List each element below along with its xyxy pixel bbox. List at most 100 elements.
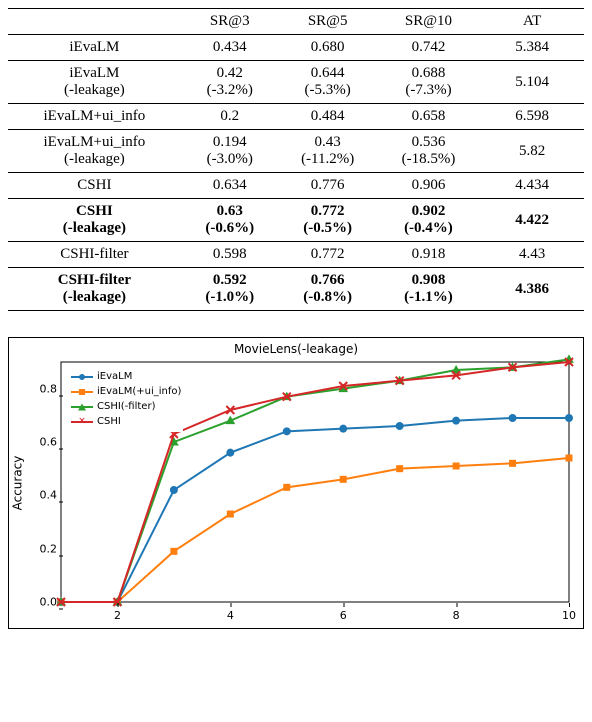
- chart-series-marker: [283, 428, 290, 435]
- chart-ytick: 0.0: [31, 596, 57, 609]
- row-label: CSHI-filter(-leakage): [8, 268, 181, 311]
- col-sr3: SR@3: [181, 9, 279, 35]
- table-row: CSHI-filter(-leakage)0.592(-1.0%)0.766(-…: [8, 268, 584, 311]
- cell-sr10: 0.908(-1.1%): [377, 268, 481, 311]
- legend-label: CSHI: [97, 415, 121, 429]
- table-row: iEvaLM0.4340.6800.7425.384: [8, 35, 584, 61]
- cell-sr3: 0.194(-3.0%): [181, 130, 279, 173]
- row-label: iEvaLM: [8, 35, 181, 61]
- legend-item: iEvaLM: [71, 370, 181, 384]
- legend-label: iEvaLM: [97, 370, 132, 384]
- row-label: iEvaLM+ui_info(-leakage): [8, 130, 181, 173]
- cell-sr3: 0.2: [181, 104, 279, 130]
- legend-marker: ✕: [71, 417, 93, 427]
- row-label: iEvaLM+ui_info: [8, 104, 181, 130]
- chart-ylabel: Accuracy: [11, 456, 25, 511]
- col-blank: [8, 9, 181, 35]
- chart-series-marker: [566, 415, 573, 422]
- chart-series-marker: [340, 476, 346, 482]
- table-row: iEvaLM+ui_info(-leakage)0.194(-3.0%)0.43…: [8, 130, 584, 173]
- cell-sr10: 0.906: [377, 173, 481, 199]
- results-table: SR@3 SR@5 SR@10 AT iEvaLM0.4340.6800.742…: [8, 8, 584, 311]
- cell-sr10: 0.536(-18.5%): [377, 130, 481, 173]
- chart-plot-area: iEvaLMiEvaLM(+ui_info)CSHI(-filter) ✕ CSHI…: [61, 362, 569, 602]
- row-label: CSHI: [8, 173, 181, 199]
- legend-label: CSHI(-filter): [97, 400, 155, 414]
- col-sr5: SR@5: [279, 9, 377, 35]
- cell-sr10: 0.918: [377, 242, 481, 268]
- cell-sr3: 0.42(-3.2%): [181, 61, 279, 104]
- chart-legend: iEvaLMiEvaLM(+ui_info)CSHI(-filter) ✕ CSHI: [69, 368, 183, 432]
- cell-at: 6.598: [480, 104, 584, 130]
- col-at: AT: [480, 9, 584, 35]
- chart-title: MovieLens(-leakage): [234, 342, 358, 356]
- cell-at: 5.384: [480, 35, 584, 61]
- cell-sr3: 0.434: [181, 35, 279, 61]
- col-sr10: SR@10: [377, 9, 481, 35]
- cell-sr3: 0.592(-1.0%): [181, 268, 279, 311]
- cell-sr5: 0.766(-0.8%): [279, 268, 377, 311]
- cell-at: 4.422: [480, 199, 584, 242]
- table-row: CSHI(-leakage)0.63(-0.6%)0.772(-0.5%)0.9…: [8, 199, 584, 242]
- table-row: iEvaLM(-leakage)0.42(-3.2%)0.644(-5.3%)0…: [8, 61, 584, 104]
- legend-item: ✕ CSHI: [71, 415, 181, 429]
- cell-sr10: 0.742: [377, 35, 481, 61]
- cell-sr5: 0.776: [279, 173, 377, 199]
- chart-xtick: 8: [453, 609, 460, 622]
- cell-sr3: 0.634: [181, 173, 279, 199]
- chart-series-marker: [397, 466, 403, 472]
- chart-series-marker: [453, 463, 459, 469]
- chart-container: MovieLens(-leakage) Accuracy iEvaLMiEvaL…: [8, 337, 584, 629]
- chart-xtick: 4: [227, 609, 234, 622]
- cell-sr3: 0.598: [181, 242, 279, 268]
- row-label: CSHI-filter: [8, 242, 181, 268]
- chart-ytick: 0.4: [31, 489, 57, 502]
- chart-xtick: 10: [562, 609, 576, 622]
- chart-series-line: [61, 458, 569, 602]
- chart-series-marker: [284, 484, 290, 490]
- chart-series-line: [61, 418, 569, 602]
- cell-sr3: 0.63(-0.6%): [181, 199, 279, 242]
- table-row: CSHI0.6340.7760.9064.434: [8, 173, 584, 199]
- cell-sr10: 0.688(-7.3%): [377, 61, 481, 104]
- chart-series-marker: [566, 455, 572, 461]
- cell-sr5: 0.644(-5.3%): [279, 61, 377, 104]
- table-row: CSHI-filter0.5980.7720.9184.43: [8, 242, 584, 268]
- chart-series-marker: [340, 425, 347, 432]
- cell-at: 4.434: [480, 173, 584, 199]
- chart-series-marker: [509, 415, 516, 422]
- chart-series-marker: [453, 417, 460, 424]
- cell-sr5: 0.43(-11.2%): [279, 130, 377, 173]
- cell-sr5: 0.680: [279, 35, 377, 61]
- legend-marker: [71, 402, 93, 412]
- chart-ytick: 0.8: [31, 382, 57, 395]
- row-label: CSHI(-leakage): [8, 199, 181, 242]
- legend-label: iEvaLM(+ui_info): [97, 385, 181, 399]
- cell-at: 4.43: [480, 242, 584, 268]
- chart-ytick: 0.6: [31, 436, 57, 449]
- legend-marker: [71, 372, 93, 382]
- chart-xtick: 2: [114, 609, 121, 622]
- legend-item: iEvaLM(+ui_info): [71, 385, 181, 399]
- table-row: iEvaLM+ui_info0.20.4840.6586.598: [8, 104, 584, 130]
- cell-at: 5.82: [480, 130, 584, 173]
- cell-sr10: 0.902(-0.4%): [377, 199, 481, 242]
- chart-xtick: 6: [340, 609, 347, 622]
- cell-at: 4.386: [480, 268, 584, 311]
- chart-series-marker: [227, 449, 234, 456]
- cell-sr5: 0.484: [279, 104, 377, 130]
- chart-ytick: 0.2: [31, 542, 57, 555]
- chart-series-marker: [227, 511, 233, 517]
- cell-sr10: 0.658: [377, 104, 481, 130]
- legend-item: CSHI(-filter): [71, 400, 181, 414]
- cell-sr5: 0.772: [279, 242, 377, 268]
- cell-sr5: 0.772(-0.5%): [279, 199, 377, 242]
- legend-marker: [71, 387, 93, 397]
- chart-series-marker: [396, 423, 403, 430]
- row-label: iEvaLM(-leakage): [8, 61, 181, 104]
- cell-at: 5.104: [480, 61, 584, 104]
- chart-series-marker: [171, 548, 177, 554]
- chart-series-marker: [510, 460, 516, 466]
- chart-series-marker: [170, 487, 177, 494]
- table-header-row: SR@3 SR@5 SR@10 AT: [8, 9, 584, 35]
